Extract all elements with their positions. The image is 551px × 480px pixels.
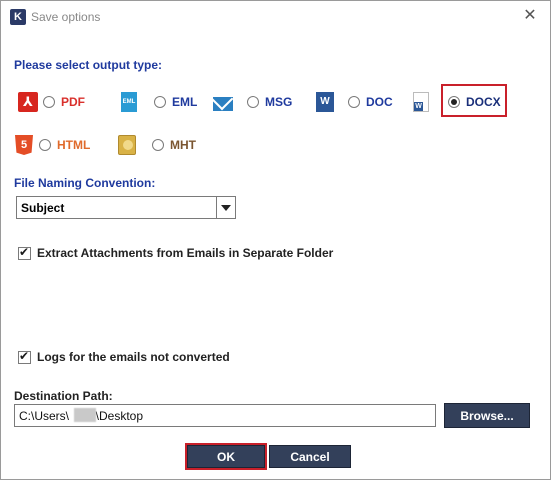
option-html-label: HTML [57, 138, 91, 152]
redacted-username [74, 408, 96, 422]
browse-button[interactable]: Browse... [444, 403, 530, 428]
mht-icon [118, 135, 136, 155]
logs-checkbox[interactable] [18, 349, 31, 364]
file-naming-label: File Naming Convention: [14, 176, 156, 190]
radio-pdf[interactable] [43, 96, 55, 108]
option-msg-label: MSG [265, 95, 293, 109]
output-type-label: Please select output type: [14, 58, 163, 72]
eml-icon: EML [121, 92, 137, 112]
save-options-dialog: K Save options ✕ Please select output ty… [0, 0, 551, 480]
app-logo-icon: K [10, 9, 26, 25]
pdf-icon: ⅄ [18, 92, 38, 112]
window-title: Save options [31, 10, 101, 24]
extract-attachments-checkbox[interactable] [18, 245, 31, 260]
logs-label: Logs for the emails not converted [37, 350, 230, 364]
option-html[interactable]: 5 HTML [15, 134, 90, 156]
option-eml[interactable]: EML EML [121, 91, 197, 113]
ok-button[interactable]: OK [185, 443, 267, 470]
title-bar: K Save options ✕ [1, 1, 550, 32]
option-pdf-label: PDF [61, 95, 85, 109]
radio-doc[interactable] [348, 96, 360, 108]
word-docx-icon [413, 92, 429, 112]
option-doc[interactable]: W DOC [316, 91, 393, 113]
cancel-button[interactable]: Cancel [269, 445, 351, 468]
word-doc-icon: W [316, 92, 334, 112]
option-doc-label: DOC [366, 95, 393, 109]
radio-html[interactable] [39, 139, 51, 151]
file-naming-selected-value: Subject [21, 201, 65, 215]
destination-path-label: Destination Path: [14, 389, 113, 403]
radio-eml[interactable] [154, 96, 166, 108]
extract-attachments-label: Extract Attachments from Emails in Separ… [37, 246, 334, 260]
radio-msg[interactable] [247, 96, 259, 108]
option-eml-label: EML [172, 95, 198, 109]
option-mht[interactable]: MHT [118, 134, 196, 156]
radio-mht[interactable] [152, 139, 164, 151]
msg-envelope-icon [213, 96, 233, 111]
option-pdf[interactable]: ⅄ PDF [18, 91, 85, 113]
chevron-down-icon[interactable] [216, 197, 235, 218]
option-msg[interactable]: MSG [213, 91, 292, 113]
close-button[interactable]: ✕ [520, 6, 540, 26]
option-mht-label: MHT [170, 138, 196, 152]
file-naming-dropdown[interactable]: Subject [16, 196, 236, 219]
docx-selection-highlight [441, 84, 507, 117]
html5-icon: 5 [15, 135, 33, 155]
close-icon: ✕ [523, 7, 537, 24]
logs-row[interactable]: Logs for the emails not converted [18, 349, 230, 364]
extract-attachments-row[interactable]: Extract Attachments from Emails in Separ… [18, 245, 334, 260]
